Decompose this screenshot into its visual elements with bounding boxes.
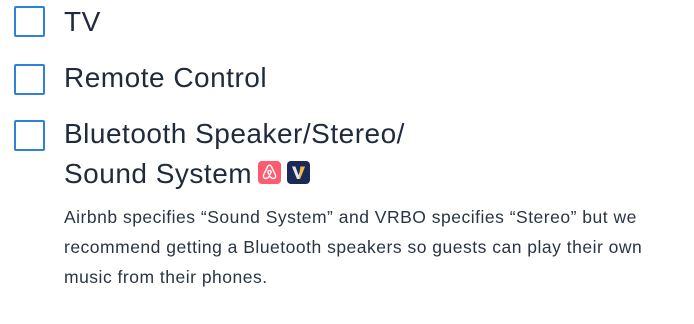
sound-system-note: Airbnb specifies “Sound System” and VRBO… — [64, 207, 643, 287]
checklist-item-tv[interactable]: TV — [14, 2, 101, 42]
sound-system-checkbox[interactable] — [14, 120, 45, 151]
airbnb-logo-icon — [258, 161, 282, 184]
sound-system-label-line2-wrap: Sound System — [64, 154, 405, 194]
sound-system-label: Bluetooth Speaker/Stereo/ Sound System — [64, 114, 405, 194]
tv-checkbox[interactable] — [14, 6, 45, 37]
tv-label: TV — [64, 6, 101, 37]
remote-control-label: Remote Control — [64, 62, 268, 93]
checklist-item-sound-system[interactable]: Bluetooth Speaker/Stereo/ Sound System — [14, 114, 405, 194]
remote-control-checkbox[interactable] — [14, 64, 45, 95]
sound-system-label-line1: Bluetooth Speaker/Stereo/ — [64, 118, 405, 149]
vrbo-logo-icon — [287, 161, 311, 184]
sound-system-label-line2: Sound System — [64, 158, 253, 189]
checklist-item-remote-control[interactable]: Remote Control — [14, 58, 267, 98]
